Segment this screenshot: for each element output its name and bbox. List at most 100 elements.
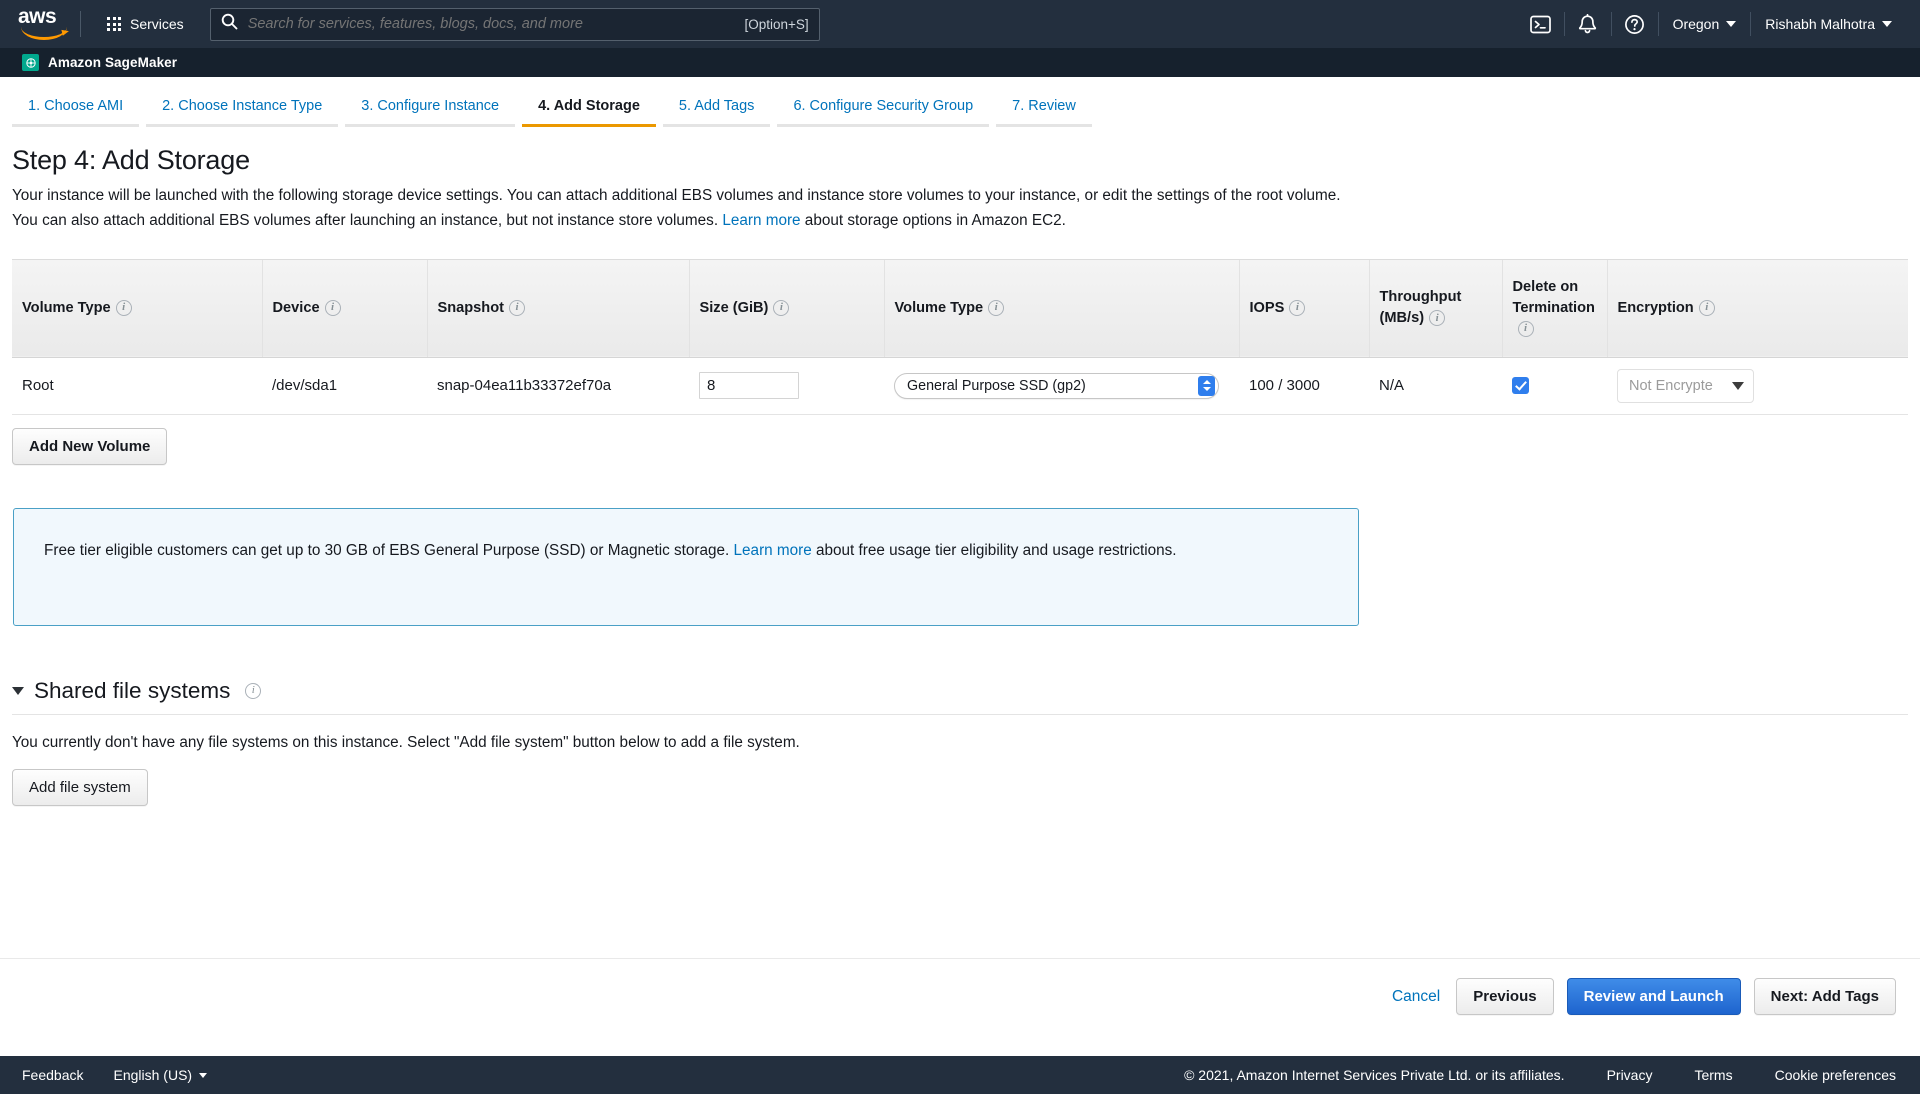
help-question-icon[interactable] (1612, 0, 1658, 48)
header-label: Size (GiB) (699, 299, 769, 316)
cell-device: /dev/sda1 (262, 357, 427, 415)
cell-iops: 100 / 3000 (1239, 357, 1369, 415)
service-name-label: Amazon SageMaker (48, 55, 178, 70)
cell-volume-type-root: Root (12, 357, 262, 415)
delete-on-termination-checkbox[interactable] (1512, 377, 1529, 395)
encryption-select[interactable]: Not Encrypte (1617, 368, 1754, 403)
language-selector[interactable]: English (US) (113, 1067, 208, 1083)
tab-configure-instance[interactable]: 3. Configure Instance (345, 98, 516, 127)
tab-choose-instance-type[interactable]: 2. Choose Instance Type (146, 98, 339, 127)
region-selector[interactable]: Oregon (1659, 0, 1751, 48)
copyright-text: © 2021, Amazon Internet Services Private… (1184, 1067, 1565, 1083)
volume-table: Volume Type i Device i Snapshot i Size (GiB… (12, 258, 1908, 415)
previous-button[interactable]: Previous (1456, 978, 1554, 1015)
header-encryption: Encryption i (1606, 258, 1908, 358)
volume-table-container: Volume Type i Device i Snapshot i Size (GiB… (12, 258, 1908, 415)
info-icon[interactable]: i (508, 299, 525, 316)
tab-configure-security-group[interactable]: 6. Configure Security Group (777, 98, 990, 127)
header-label-line1: Delete on (1512, 278, 1579, 295)
header-volume-type: Volume Type i (883, 258, 1239, 358)
cell-volume-type-select: General Purpose SSD (gp2) (884, 357, 1239, 415)
shared-file-systems-title: Shared file systems (34, 677, 231, 703)
header-snapshot: Snapshot i (426, 258, 689, 358)
review-and-launch-button[interactable]: Review and Launch (1566, 978, 1741, 1015)
free-tier-learn-more-link[interactable]: Learn more (734, 542, 812, 559)
services-menu-button[interactable]: Services (95, 10, 196, 38)
region-label: Oregon (1672, 16, 1720, 32)
cell-encryption: Not Encrypte (1607, 357, 1908, 415)
header-label-line2: (MB/s) (1379, 310, 1425, 327)
tab-review[interactable]: 7. Review (996, 98, 1092, 127)
add-new-volume-button[interactable]: Add New Volume (12, 427, 168, 465)
volume-type-select-value: General Purpose SSD (gp2) (907, 377, 1086, 394)
privacy-link[interactable]: Privacy (1607, 1067, 1653, 1083)
page-content: Step 4: Add Storage Your instance will b… (0, 127, 1920, 1015)
header-label: Snapshot (437, 299, 504, 316)
cell-delete-on-termination (1502, 357, 1607, 415)
header-size-gib: Size (GiB) i (688, 258, 884, 358)
info-icon[interactable]: i (115, 299, 132, 316)
collapse-triangle-icon[interactable] (12, 686, 24, 695)
cancel-button[interactable]: Cancel (1392, 988, 1440, 1006)
next-add-tags-button[interactable]: Next: Add Tags (1753, 978, 1896, 1015)
add-file-system-container: Add file system (12, 768, 1920, 806)
header-iops: IOPS i (1238, 258, 1369, 358)
add-new-volume-container: Add New Volume (12, 427, 1920, 465)
page-description-part1: Your instance will be launched with the … (12, 187, 1341, 229)
search-icon (221, 13, 238, 35)
free-tier-callout: Free tier eligible customers can get up … (13, 507, 1359, 626)
shared-file-systems-header: Shared file systems i (12, 678, 1920, 704)
info-icon[interactable]: i (1429, 310, 1446, 327)
sagemaker-icon (22, 54, 39, 71)
tab-choose-ami[interactable]: 1. Choose AMI (12, 98, 140, 127)
header-label: Volume Type (894, 299, 984, 316)
account-menu[interactable]: Rishabh Malhotra (1751, 0, 1906, 48)
grid-menu-icon (107, 17, 121, 31)
actions-divider (0, 958, 1920, 959)
header-label-line2: Termination (1512, 299, 1595, 316)
info-icon[interactable]: i (1698, 299, 1715, 316)
search-input[interactable] (245, 15, 737, 33)
shared-file-systems-empty-text: You currently don't have any file system… (12, 733, 800, 751)
header-throughput: Throughput (MB/s) i (1368, 258, 1502, 358)
info-icon[interactable]: i (324, 299, 341, 316)
cookie-preferences-link[interactable]: Cookie preferences (1775, 1067, 1896, 1083)
chevron-down-icon (199, 1072, 208, 1078)
services-menu-label: Services (130, 16, 184, 32)
info-icon[interactable]: i (988, 299, 1005, 316)
cell-size (689, 357, 884, 415)
callout-text-part1: Free tier eligible customers can get up … (44, 541, 734, 559)
page-description-part2: about storage options in Amazon EC2. (800, 211, 1066, 229)
volume-type-select[interactable]: General Purpose SSD (gp2) (894, 372, 1219, 399)
cloudshell-icon[interactable] (1518, 0, 1564, 48)
info-icon[interactable]: i (773, 299, 790, 316)
wizard-step-tabs: 1. Choose AMI 2. Choose Instance Type 3.… (0, 77, 1920, 127)
info-icon[interactable]: i (1289, 299, 1306, 316)
size-input[interactable] (699, 372, 799, 400)
terms-link[interactable]: Terms (1694, 1067, 1732, 1083)
cell-throughput: N/A (1369, 357, 1502, 415)
search-shortcut-hint: [Option+S] (744, 16, 809, 32)
aws-logo-wordmark: aws (18, 5, 57, 28)
chevron-down-icon (1732, 381, 1744, 390)
notifications-bell-icon[interactable] (1565, 0, 1611, 48)
aws-logo-smile-icon (21, 27, 67, 40)
storage-learn-more-link[interactable]: Learn more (722, 212, 800, 229)
tab-add-tags[interactable]: 5. Add Tags (662, 98, 771, 127)
aws-logo[interactable]: aws (18, 5, 74, 41)
header-label-line1: Throughput (1379, 289, 1462, 306)
stepper-arrows-icon[interactable] (1198, 375, 1215, 396)
add-file-system-button[interactable]: Add file system (12, 768, 148, 806)
volume-table-header-row: Volume Type i Device i Snapshot i Size (GiB… (12, 258, 1908, 358)
nav-right-cluster: Oregon Rishabh Malhotra (1518, 0, 1920, 48)
service-name-bar: Amazon SageMaker (0, 48, 1920, 77)
info-icon[interactable]: i (1517, 320, 1534, 337)
header-label: IOPS (1249, 299, 1285, 316)
info-icon[interactable]: i (245, 682, 262, 699)
page-description: Your instance will be launched with the … (12, 184, 1367, 234)
header-label: Volume Type (22, 299, 111, 316)
tab-add-storage[interactable]: 4. Add Storage (522, 98, 656, 127)
global-search-bar[interactable]: [Option+S] (209, 7, 820, 41)
feedback-link[interactable]: Feedback (22, 1067, 83, 1083)
nav-divider (80, 11, 81, 37)
